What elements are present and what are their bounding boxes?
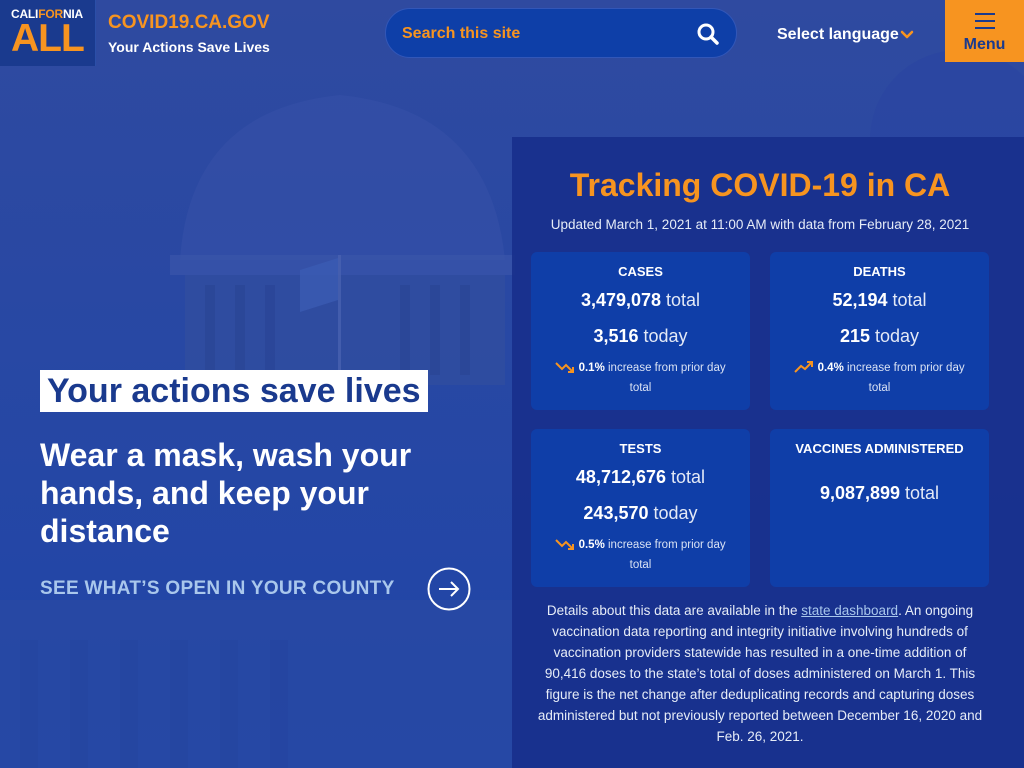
search-bar bbox=[385, 8, 737, 58]
vaccines-heading: VACCINES ADMINISTERED bbox=[795, 441, 964, 456]
california-all-logo[interactable]: CALIFORNIA ALL bbox=[0, 0, 96, 66]
tracking-details: Details about this data are available in… bbox=[537, 603, 983, 744]
tracking-title: Tracking COVID-19 in CA bbox=[569, 167, 951, 203]
vaccines-total: 9,087,899 total bbox=[819, 483, 940, 503]
chevron-down-icon[interactable] bbox=[900, 30, 914, 40]
site-header: CALIFORNIA ALL COVID19.CA.GOV Your Actio… bbox=[0, 0, 1024, 66]
arrow-right-circle-icon[interactable] bbox=[427, 567, 471, 611]
cases-card: CASES 3,479,078 total 3,516 today 0.1% i… bbox=[531, 252, 750, 410]
tests-heading: TESTS bbox=[619, 441, 662, 456]
site-title[interactable]: COVID19.CA.GOV bbox=[108, 12, 270, 34]
state-dashboard-link[interactable]: state dashboard bbox=[801, 603, 898, 618]
deaths-heading: DEATHS bbox=[853, 264, 906, 279]
menu-button[interactable]: Menu bbox=[945, 0, 1024, 62]
tests-card: TESTS 48,712,676 total 243,570 today 0.5… bbox=[531, 429, 750, 587]
cases-change: 0.1% increase from prior day total bbox=[545, 358, 736, 398]
tracking-updated: Updated March 1, 2021 at 11:00 AM with d… bbox=[550, 217, 970, 232]
menu-icon bbox=[975, 13, 995, 29]
tracking-panel: Tracking COVID-19 in CA Updated March 1,… bbox=[512, 137, 1024, 768]
menu-label: Menu bbox=[963, 36, 1006, 53]
search-icon[interactable] bbox=[696, 22, 720, 46]
trend-down-icon bbox=[555, 539, 575, 550]
hero-title: Your actions save lives bbox=[40, 370, 428, 412]
deaths-card: DEATHS 52,194 total 215 today 0.4% incre… bbox=[770, 252, 989, 410]
trend-up-icon bbox=[794, 361, 814, 373]
trend-down-icon bbox=[555, 362, 575, 373]
hero-subtitle: Wear a mask, wash your hands, and keep y… bbox=[40, 437, 412, 549]
county-open-link[interactable]: SEE WHAT’S OPEN IN YOUR COUNTY bbox=[40, 578, 395, 600]
deaths-total: 52,194 total bbox=[832, 290, 927, 310]
site-tagline: Your Actions Save Lives bbox=[108, 39, 270, 55]
logo-wordmark-all: ALL bbox=[11, 17, 85, 60]
deaths-today: 215 today bbox=[839, 326, 920, 346]
vaccines-card: VACCINES ADMINISTERED 9,087,899 total bbox=[770, 429, 989, 587]
deaths-change: 0.4% increase from prior day total bbox=[784, 358, 975, 398]
cases-today: 3,516 today bbox=[593, 326, 688, 346]
language-selector[interactable]: Select language bbox=[777, 26, 899, 44]
tests-total: 48,712,676 total bbox=[575, 467, 706, 487]
tests-today: 243,570 today bbox=[583, 503, 698, 523]
cases-total: 3,479,078 total bbox=[580, 290, 701, 310]
search-input[interactable] bbox=[402, 21, 692, 47]
cases-heading: CASES bbox=[618, 264, 663, 279]
tests-change: 0.5% increase from prior day total bbox=[545, 535, 736, 575]
